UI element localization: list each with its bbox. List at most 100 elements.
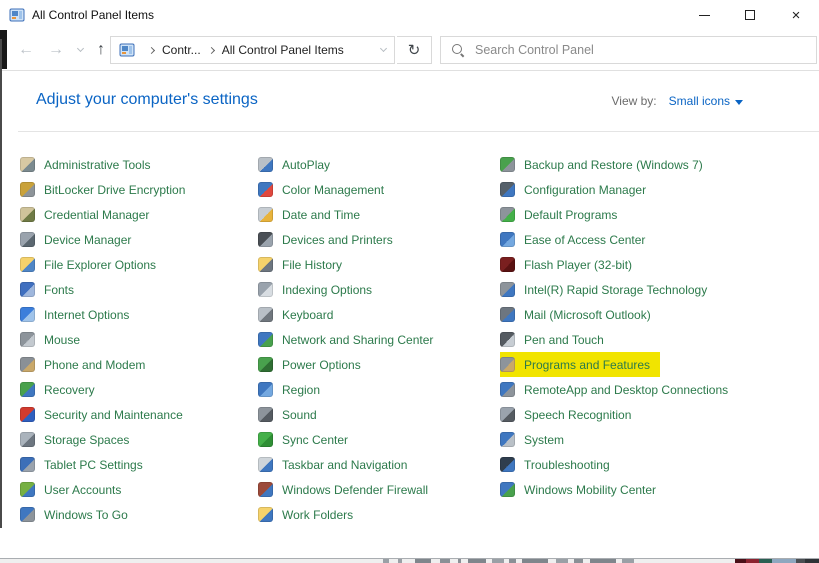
file-explorer-folder-icon <box>20 257 35 272</box>
item-label: BitLocker Drive Encryption <box>44 183 185 197</box>
close-button[interactable]: × <box>773 0 819 30</box>
control-panel-item[interactable]: Network and Sharing Center <box>258 327 443 352</box>
control-panel-item[interactable]: Storage Spaces <box>20 427 139 452</box>
item-label: Administrative Tools <box>44 158 151 172</box>
window-left-border <box>0 39 2 528</box>
recent-locations-chevron-icon[interactable] <box>77 44 84 51</box>
control-panel-item[interactable]: Date and Time <box>258 202 370 227</box>
control-panel-item[interactable]: Device Manager <box>20 227 141 252</box>
forward-button[interactable]: → <box>48 42 64 58</box>
security-flag-icon <box>20 407 35 422</box>
control-panel-item[interactable]: File Explorer Options <box>20 252 166 277</box>
minimize-icon <box>699 15 710 16</box>
control-panel-item[interactable]: Backup and Restore (Windows 7) <box>500 152 713 177</box>
control-panel-item[interactable]: System <box>500 427 574 452</box>
control-panel-item[interactable]: Security and Maintenance <box>20 402 193 427</box>
ease-of-access-icon <box>500 232 515 247</box>
control-panel-item[interactable]: Ease of Access Center <box>500 227 655 252</box>
control-panel-item[interactable]: Internet Options <box>20 302 139 327</box>
item-label: Indexing Options <box>282 283 372 297</box>
control-panel-item[interactable]: Taskbar and Navigation <box>258 452 417 477</box>
region-globe-icon <box>258 382 273 397</box>
sync-arrows-icon <box>258 432 273 447</box>
taskbar-sliver-segment <box>805 559 819 563</box>
control-panel-item[interactable]: Programs and Features <box>500 352 660 377</box>
control-panel-item[interactable]: Credential Manager <box>20 202 159 227</box>
refresh-button[interactable]: ↻ <box>397 36 432 64</box>
control-panel-item[interactable]: Region <box>258 377 330 402</box>
control-panel-item[interactable]: Sound <box>258 402 327 427</box>
view-by-label: View by: <box>612 94 657 108</box>
view-by-chevron-icon[interactable] <box>735 100 743 105</box>
mouse-icon <box>20 332 35 347</box>
control-panel-item[interactable]: Administrative Tools <box>20 152 161 177</box>
item-label: Mail (Microsoft Outlook) <box>524 308 651 322</box>
control-panel-item[interactable]: RemoteApp and Desktop Connections <box>500 377 738 402</box>
control-panel-item[interactable]: Work Folders <box>258 502 363 527</box>
taskbar-sliver-segment <box>468 559 486 563</box>
search-input[interactable]: Search Control Panel <box>440 36 817 64</box>
title-bar: All Control Panel Items × <box>0 0 819 30</box>
maximize-button[interactable] <box>727 0 773 30</box>
control-panel-item[interactable]: Power Options <box>258 352 371 377</box>
control-panel-item[interactable]: Color Management <box>258 177 394 202</box>
intel-rst-icon <box>500 282 515 297</box>
breadcrumb-root[interactable]: Contr... <box>162 43 201 57</box>
breadcrumb[interactable]: Contr... All Control Panel Items <box>110 36 395 64</box>
control-panel-item[interactable]: File History <box>258 252 352 277</box>
address-dropdown-chevron-icon[interactable] <box>380 44 387 51</box>
control-panel-item[interactable]: BitLocker Drive Encryption <box>20 177 195 202</box>
breadcrumb-chevron-icon <box>148 46 155 53</box>
control-panel-item[interactable]: Windows Mobility Center <box>500 477 666 502</box>
firewall-brick-icon <box>258 482 273 497</box>
taskbar-sliver-segment <box>772 559 796 563</box>
control-panel-item[interactable]: AutoPlay <box>258 152 340 177</box>
back-button[interactable]: ← <box>18 42 34 58</box>
header-divider <box>18 131 819 132</box>
view-by-dropdown[interactable]: Small icons <box>669 94 730 108</box>
control-panel-item[interactable]: Phone and Modem <box>20 352 155 377</box>
taskbar-sliver-segment <box>383 559 389 563</box>
refresh-icon: ↻ <box>408 41 421 59</box>
taskbar-sliver-segment <box>509 559 516 563</box>
up-button[interactable]: ↑ <box>97 42 105 58</box>
item-label: Tablet PC Settings <box>44 458 143 472</box>
item-label: Troubleshooting <box>524 458 610 472</box>
item-label: Date and Time <box>282 208 360 222</box>
item-label: Mouse <box>44 333 80 347</box>
item-label: System <box>524 433 564 447</box>
control-panel-item[interactable]: Indexing Options <box>258 277 382 302</box>
control-panel-item[interactable]: Keyboard <box>258 302 343 327</box>
control-panel-item[interactable]: Recovery <box>20 377 105 402</box>
item-label: Keyboard <box>282 308 333 322</box>
taskbar-sliver-segment <box>492 559 504 563</box>
control-panel-item[interactable]: Windows Defender Firewall <box>258 477 438 502</box>
item-label: Sync Center <box>282 433 348 447</box>
control-panel-item[interactable]: Devices and Printers <box>258 227 403 252</box>
item-label: Security and Maintenance <box>44 408 183 422</box>
control-panel-item[interactable]: Configuration Manager <box>500 177 656 202</box>
taskbar-sliver-segment <box>398 559 402 563</box>
control-panel-item[interactable]: Troubleshooting <box>500 452 620 477</box>
control-panel-item[interactable]: Sync Center <box>258 427 358 452</box>
control-panel-item[interactable]: Flash Player (32-bit) <box>500 252 642 277</box>
storage-stack-icon <box>20 432 35 447</box>
control-panel-item[interactable]: Mouse <box>20 327 90 352</box>
control-panel-item[interactable]: Pen and Touch <box>500 327 614 352</box>
item-label: Flash Player (32-bit) <box>524 258 632 272</box>
control-panel-item[interactable]: User Accounts <box>20 477 131 502</box>
taskbar-sliver-segment <box>735 559 746 563</box>
flash-player-icon <box>500 257 515 272</box>
control-panel-item[interactable]: Default Programs <box>500 202 627 227</box>
indexing-magnifier-icon <box>258 282 273 297</box>
control-panel-item[interactable]: Windows To Go <box>20 502 138 527</box>
control-panel-item[interactable]: Fonts <box>20 277 84 302</box>
minimize-button[interactable] <box>681 0 727 30</box>
control-panel-item[interactable]: Speech Recognition <box>500 402 641 427</box>
control-panel-item[interactable]: Intel(R) Rapid Storage Technology <box>500 277 717 302</box>
breadcrumb-current[interactable]: All Control Panel Items <box>222 43 344 57</box>
item-label: Fonts <box>44 283 74 297</box>
control-panel-item[interactable]: Mail (Microsoft Outlook) <box>500 302 661 327</box>
taskbar-sliver-segment <box>522 559 548 563</box>
control-panel-item[interactable]: Tablet PC Settings <box>20 452 153 477</box>
